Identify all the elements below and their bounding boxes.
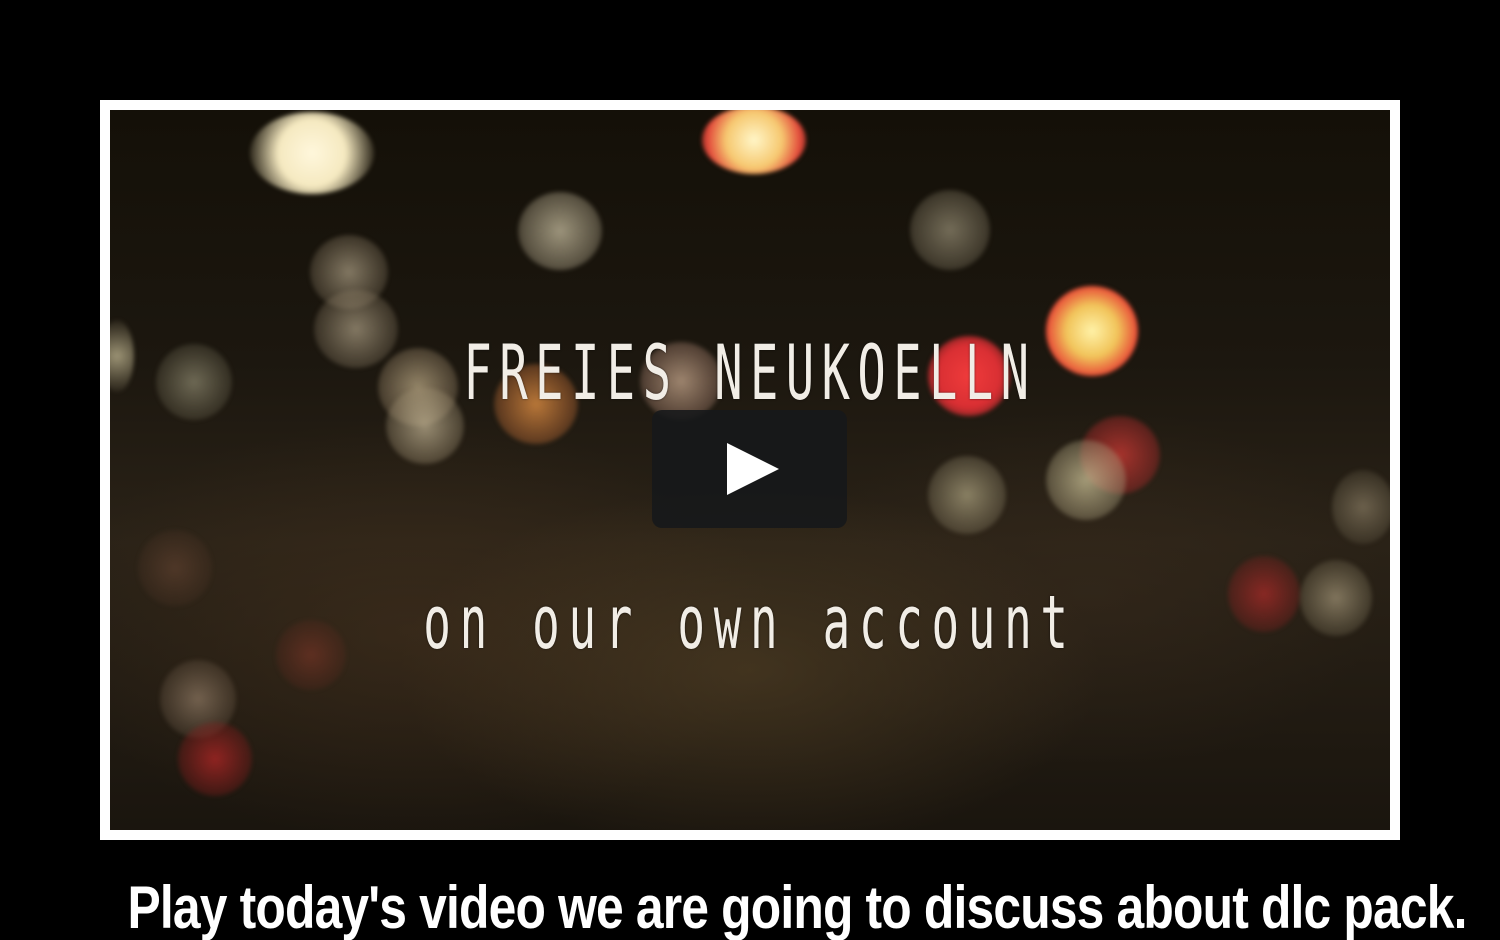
- play-icon: [727, 443, 779, 495]
- bokeh-light: [178, 722, 252, 796]
- bokeh-light: [276, 620, 346, 690]
- bokeh-light: [910, 190, 990, 270]
- bokeh-light: [250, 112, 374, 194]
- bokeh-light: [1332, 470, 1390, 544]
- bokeh-light: [1228, 556, 1300, 632]
- bokeh-light: [156, 344, 232, 420]
- bokeh-light: [928, 456, 1006, 534]
- bokeh-light: [702, 110, 806, 174]
- bokeh-light: [110, 320, 134, 392]
- bokeh-light: [138, 530, 212, 606]
- bokeh-light: [1300, 560, 1372, 636]
- video-frame: FREIES NEUKOELLN on our own account: [100, 100, 1400, 840]
- video-title: FREIES NEUKOELLN: [463, 328, 1037, 417]
- caption-text: Play today's video we are going to discu…: [127, 874, 1468, 940]
- video-subtitle: on our own account: [423, 580, 1077, 666]
- bokeh-light: [518, 192, 602, 270]
- page: FREIES NEUKOELLN on our own account Play…: [0, 0, 1500, 940]
- bokeh-light: [1046, 440, 1126, 520]
- play-button[interactable]: [652, 410, 847, 528]
- video-thumbnail[interactable]: FREIES NEUKOELLN on our own account: [110, 110, 1390, 830]
